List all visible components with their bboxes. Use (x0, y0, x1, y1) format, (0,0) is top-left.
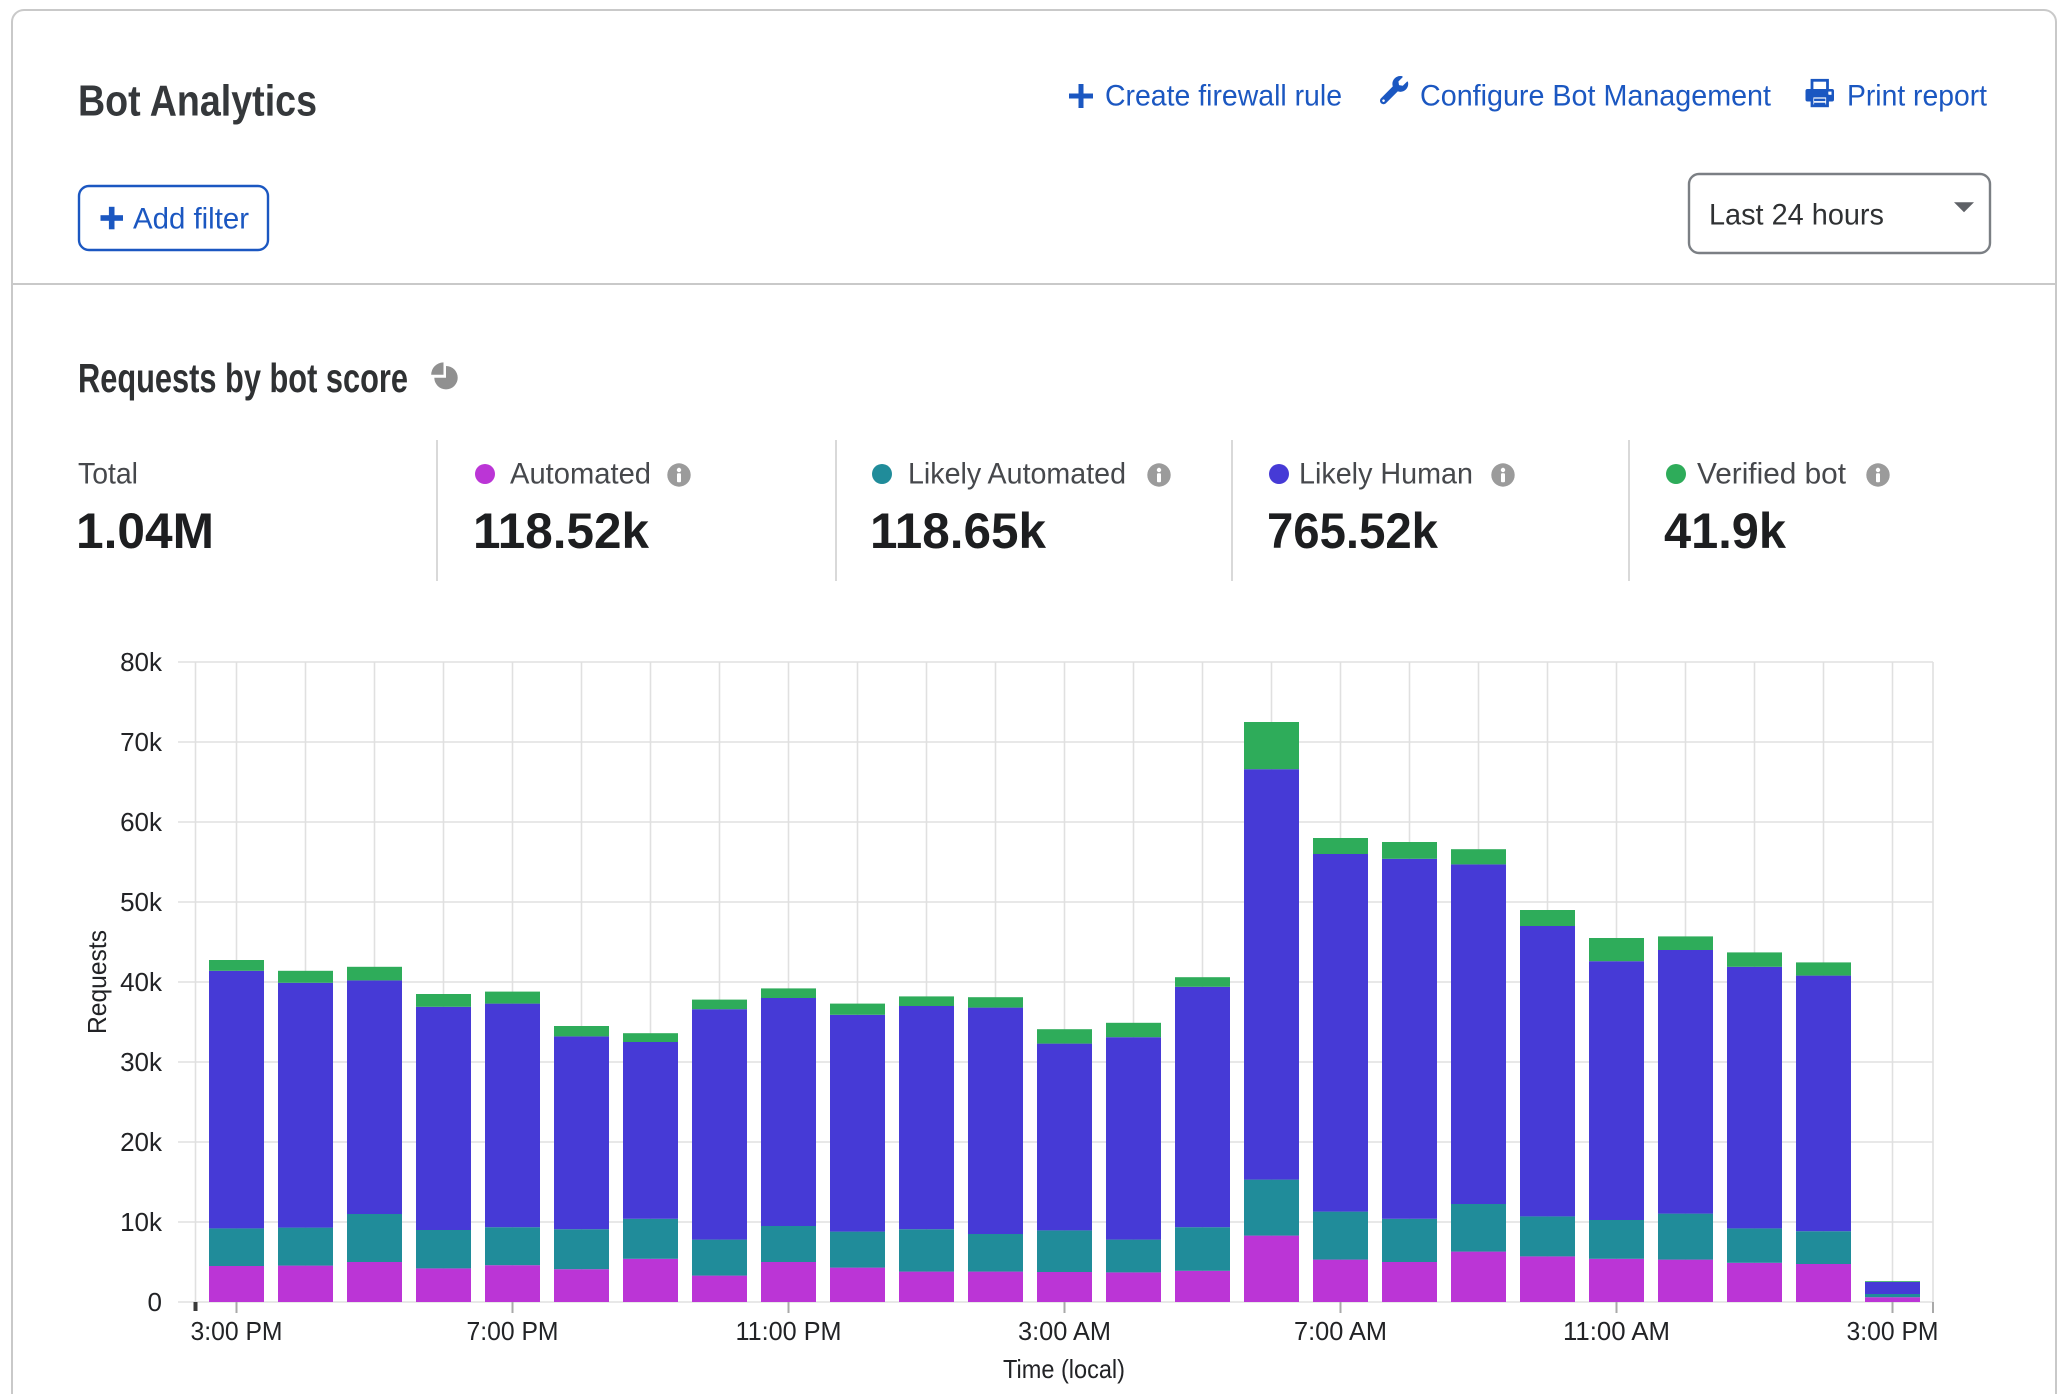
svg-text:Configure Bot Management: Configure Bot Management (1420, 80, 1772, 113)
svg-text:Time (local): Time (local) (1003, 1354, 1125, 1384)
svg-text:Likely Human: Likely Human (1299, 458, 1473, 491)
svg-text:7:00 PM: 7:00 PM (467, 1316, 559, 1346)
svg-text:80k: 80k (120, 647, 163, 677)
svg-text:Add filter: Add filter (133, 203, 249, 236)
svg-text:30k: 30k (120, 1047, 163, 1077)
svg-text:11:00 AM: 11:00 AM (1563, 1316, 1670, 1346)
svg-text:0: 0 (148, 1287, 162, 1317)
svg-text:11:00 PM: 11:00 PM (736, 1316, 842, 1346)
svg-text:Likely Automated: Likely Automated (908, 458, 1126, 491)
svg-text:Create firewall rule: Create firewall rule (1105, 80, 1342, 113)
svg-text:Print report: Print report (1847, 80, 1988, 113)
svg-text:60k: 60k (120, 807, 163, 837)
svg-text:1.04M: 1.04M (76, 503, 214, 559)
svg-text:Bot Analytics: Bot Analytics (78, 77, 317, 126)
svg-text:Automated: Automated (510, 458, 651, 491)
svg-text:10k: 10k (120, 1207, 163, 1237)
svg-text:7:00 AM: 7:00 AM (1294, 1316, 1387, 1346)
svg-text:70k: 70k (120, 727, 163, 757)
svg-text:118.65k: 118.65k (870, 503, 1046, 559)
svg-text:3:00 PM: 3:00 PM (191, 1316, 283, 1346)
svg-text:41.9k: 41.9k (1664, 503, 1786, 559)
svg-text:765.52k: 765.52k (1267, 503, 1438, 559)
svg-text:Requests: Requests (82, 930, 112, 1034)
svg-text:3:00 AM: 3:00 AM (1018, 1316, 1111, 1346)
svg-text:Total: Total (78, 458, 138, 491)
svg-text:40k: 40k (120, 967, 163, 997)
svg-text:Requests by bot score: Requests by bot score (78, 355, 408, 401)
svg-text:118.52k: 118.52k (473, 503, 649, 559)
svg-text:3:00 PM: 3:00 PM (1847, 1316, 1939, 1346)
svg-text:20k: 20k (120, 1127, 163, 1157)
svg-text:50k: 50k (120, 887, 163, 917)
svg-text:Last 24 hours: Last 24 hours (1709, 199, 1884, 232)
svg-text:Verified bot: Verified bot (1697, 458, 1847, 491)
